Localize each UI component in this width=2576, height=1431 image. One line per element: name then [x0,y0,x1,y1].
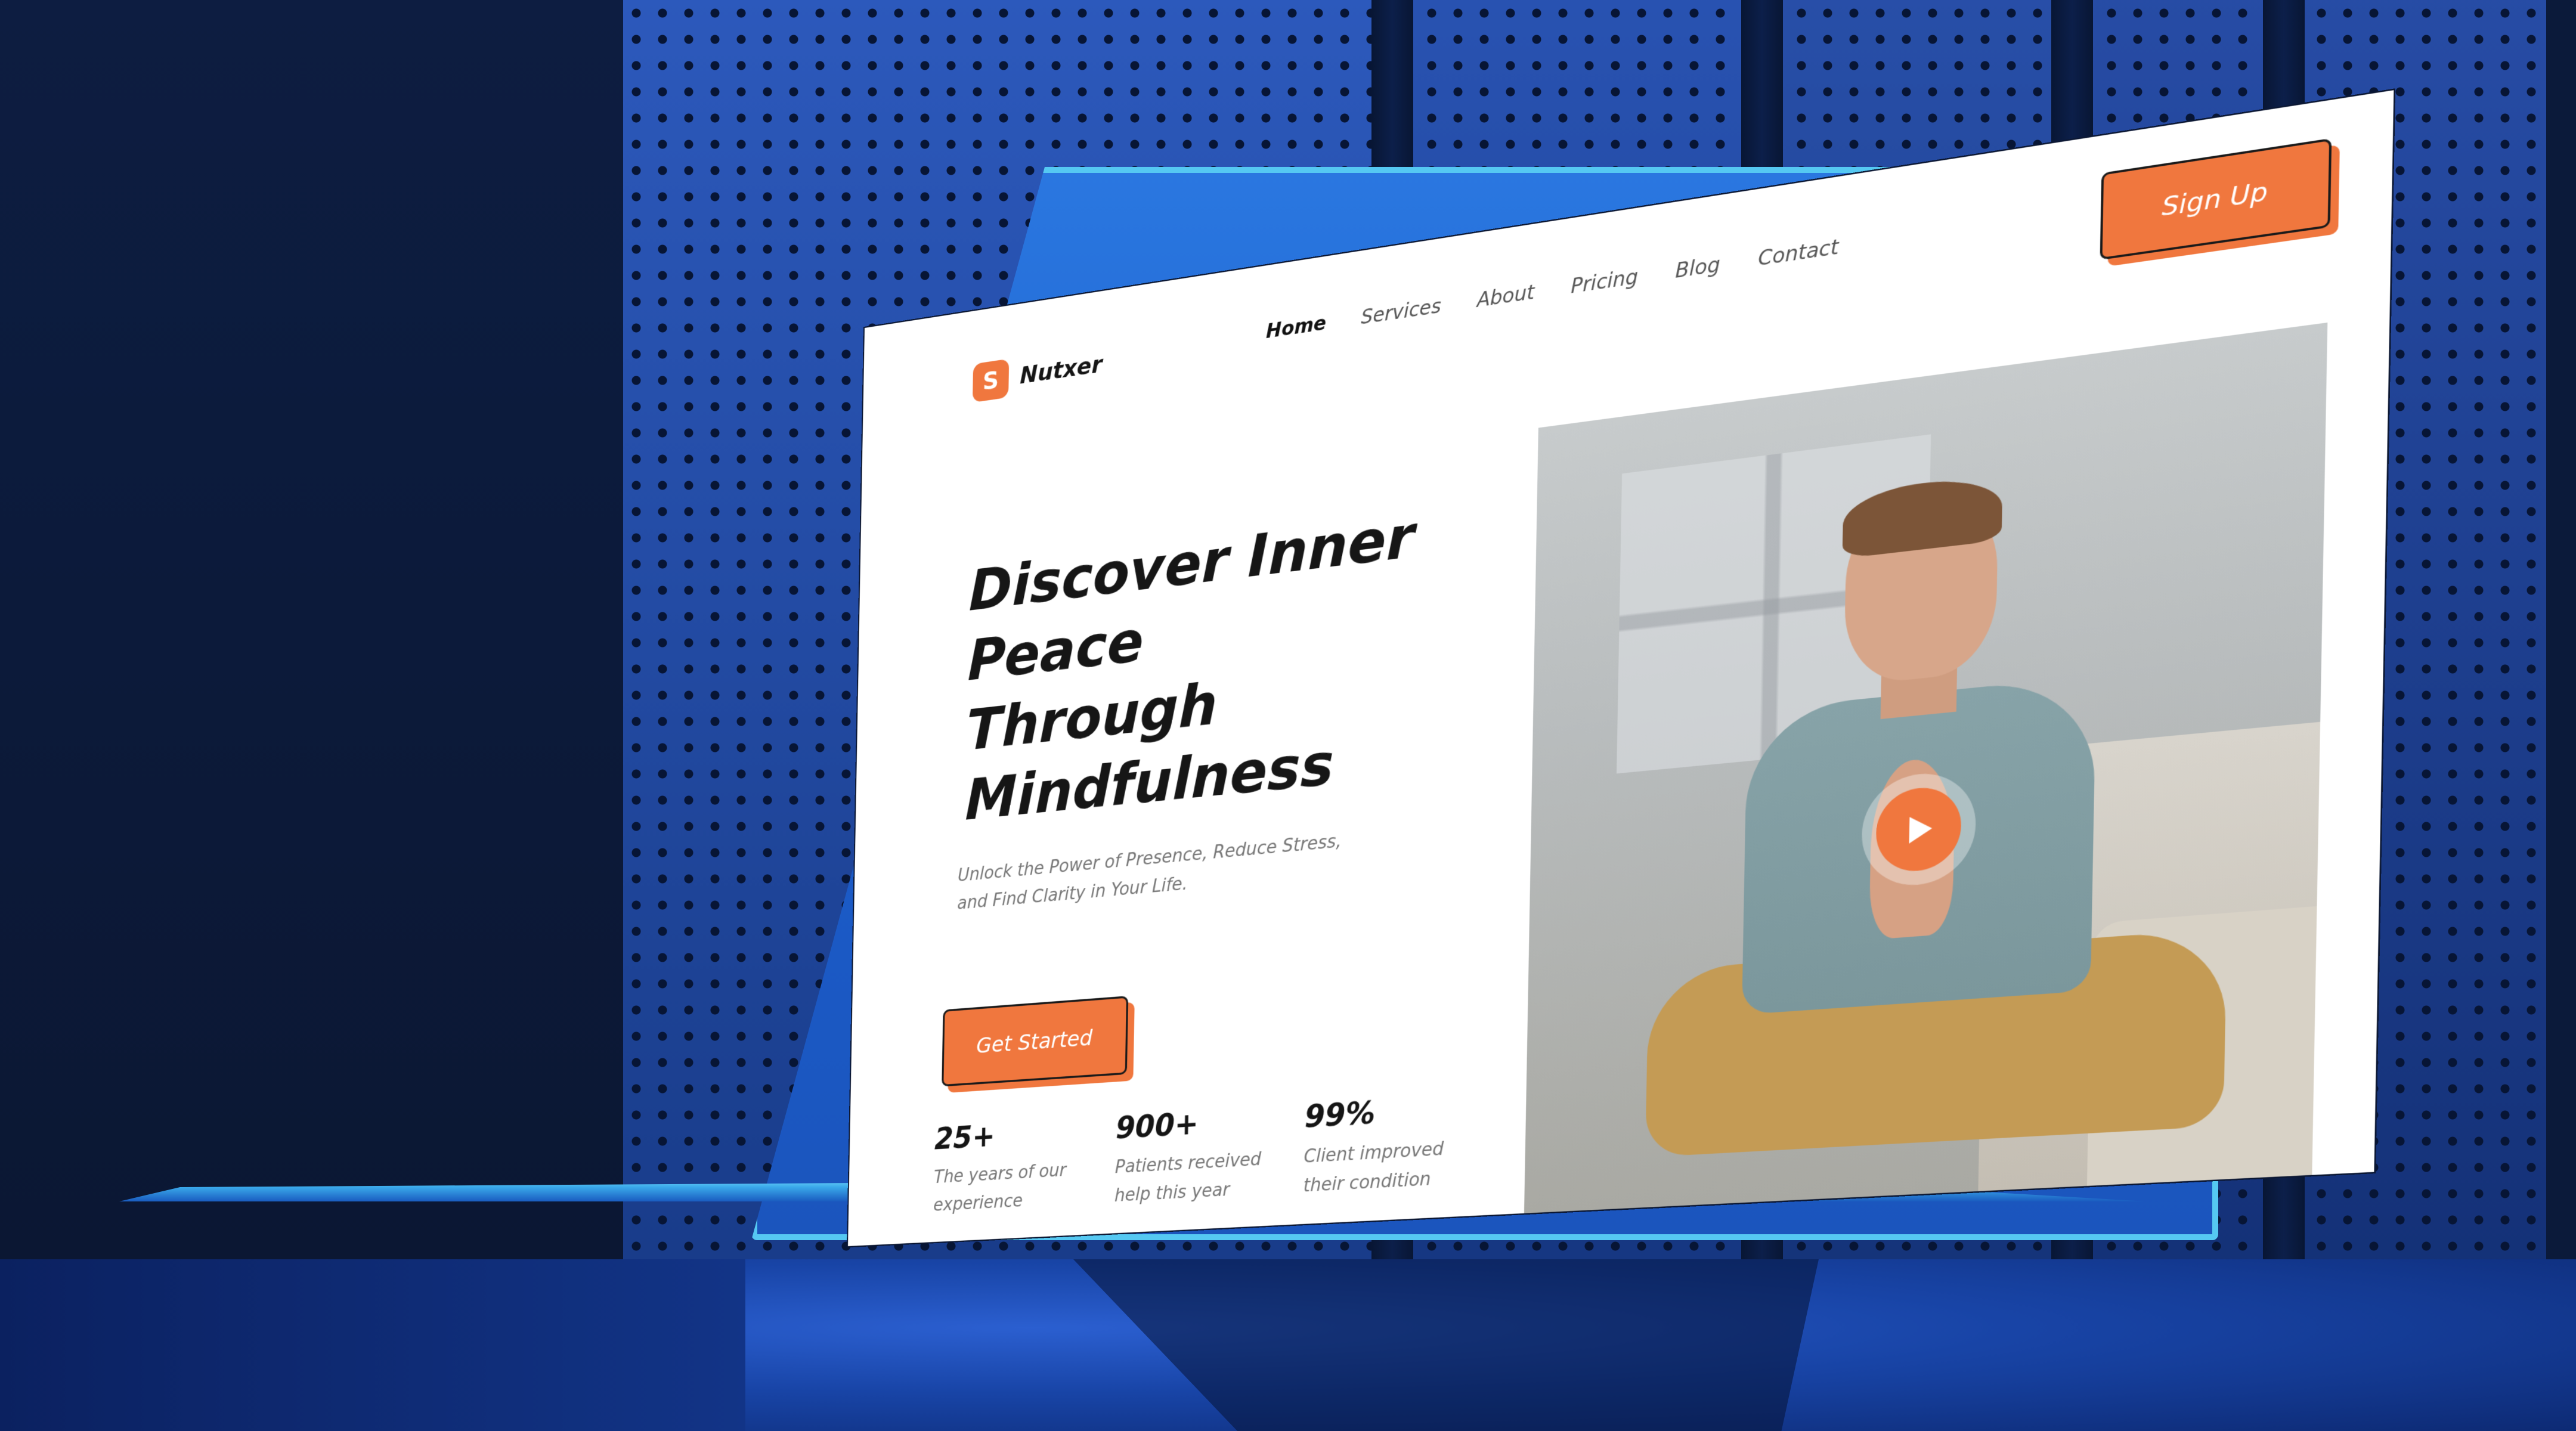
nav-menu: Home Services About Pricing Blog Contact [1266,235,1839,343]
stat-value: 99% [1304,1095,1376,1135]
hero-video-thumbnail[interactable] [1524,322,2328,1213]
floor-surface-left [0,1259,745,1431]
nav-item-home[interactable]: Home [1266,311,1327,343]
stats-row: 25+ The years of our experience 900+ Pat… [933,1090,1460,1219]
stat-value: 900+ [1115,1106,1199,1147]
stat-item: 25+ The years of our experience [933,1114,1078,1219]
nav-item-pricing[interactable]: Pricing [1571,265,1639,298]
nav-item-about[interactable]: About [1476,280,1534,312]
stat-label: Patients received help this year [1114,1149,1262,1206]
brand-logo[interactable]: S Nutxer [972,345,1103,403]
nav-item-contact[interactable]: Contact [1758,235,1839,271]
stat-label: The years of our experience [933,1160,1067,1216]
background-wall-left [0,0,623,1259]
hero-subtitle: Unlock the Power of Presence, Reduce Str… [957,831,1342,914]
mockup-scene: S Nutxer Home Services About Pricing Blog Con… [0,0,2576,1431]
nav-item-services[interactable]: Services [1361,294,1441,329]
website-screen: S Nutxer Home Services About Pricing Blog Con… [848,90,2394,1247]
stat-item: 99% Client improved their condition [1303,1090,1460,1201]
nav-item-blog[interactable]: Blog [1675,252,1720,283]
play-icon [1909,814,1933,844]
laptop-screen-area: S Nutxer Home Services About Pricing Blog Con… [799,90,2394,1247]
logo-mark-icon: S [972,358,1010,403]
sign-up-button[interactable]: Sign Up [2100,138,2332,261]
stat-label: Client improved their condition [1303,1138,1444,1197]
stat-value: 25+ [934,1119,996,1157]
stat-item: 900+ Patients received help this year [1114,1102,1265,1210]
brand-name: Nutxer [1020,351,1103,390]
hero-title: Discover Inner Peace Through Mindfulness [965,499,1423,836]
get-started-button[interactable]: Get Started [942,996,1129,1087]
